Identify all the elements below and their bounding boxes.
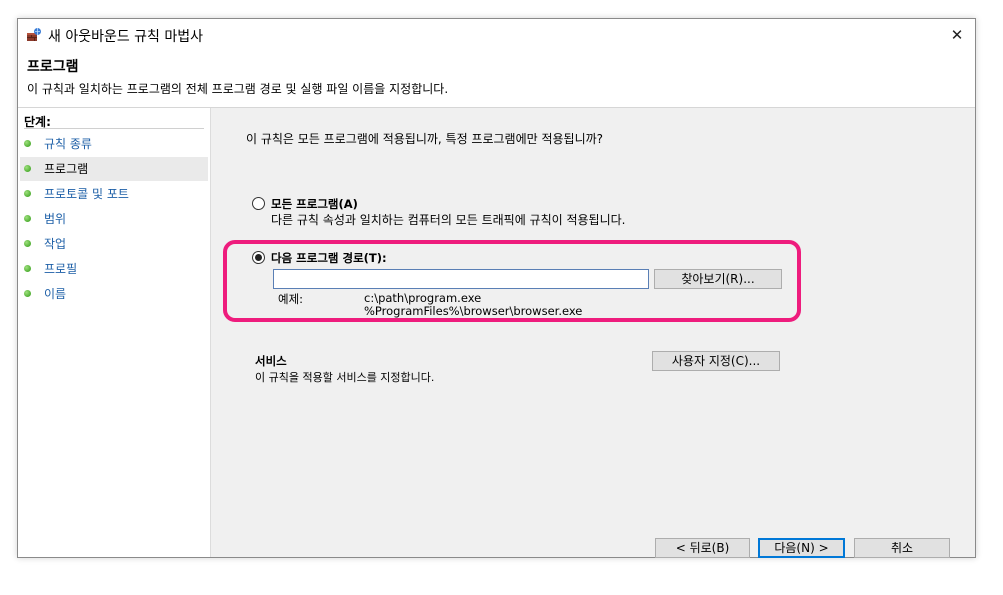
window-title: 새 아웃바운드 규칙 마법사 [48, 29, 204, 45]
step-label: 범위 [44, 212, 67, 226]
wizard-window: 새 아웃바운드 규칙 마법사 ✕ 프로그램 이 규칙과 일치하는 프로그램의 전… [17, 18, 976, 558]
step-action[interactable]: 작업 [20, 232, 208, 256]
title-bar: 새 아웃바운드 규칙 마법사 ✕ [18, 19, 975, 51]
all-programs-radio[interactable] [252, 197, 265, 210]
step-status-icon [24, 290, 31, 297]
all-programs-description: 다른 규칙 속성과 일치하는 컴퓨터의 모든 트래픽에 규칙이 적용됩니다. [271, 213, 626, 227]
firewall-icon [26, 27, 42, 43]
steps-divider [24, 128, 204, 129]
content-panel: 이 규칙은 모든 프로그램에 적용됩니까, 특정 프로그램에만 적용됩니까? 모… [211, 108, 975, 558]
customize-services-button[interactable]: 사용자 지정(C)... [652, 351, 780, 371]
step-label: 프로필 [44, 262, 78, 276]
step-label: 작업 [44, 237, 67, 251]
page-description: 이 규칙과 일치하는 프로그램의 전체 프로그램 경로 및 실행 파일 이름을 … [27, 82, 449, 96]
step-rule-type[interactable]: 규칙 종류 [20, 132, 208, 156]
close-icon: ✕ [950, 26, 964, 44]
all-programs-label[interactable]: 모든 프로그램(A) [271, 196, 358, 212]
step-status-icon [24, 265, 31, 272]
step-protocol-port[interactable]: 프로토콜 및 포트 [20, 182, 208, 206]
step-label: 프로토콜 및 포트 [44, 187, 129, 201]
step-label: 이름 [44, 287, 67, 301]
cancel-button[interactable]: 취소 [854, 538, 950, 558]
step-status-icon [24, 190, 31, 197]
step-program[interactable]: 프로그램 [20, 157, 208, 181]
step-label: 프로그램 [44, 162, 89, 176]
highlight-annotation [223, 240, 801, 322]
close-button[interactable]: ✕ [939, 19, 975, 51]
step-status-icon [24, 140, 31, 147]
services-title: 서비스 [255, 354, 287, 368]
scope-question: 이 규칙은 모든 프로그램에 적용됩니까, 특정 프로그램에만 적용됩니까? [246, 132, 604, 146]
step-profile[interactable]: 프로필 [20, 257, 208, 281]
step-status-icon [24, 240, 31, 247]
step-name[interactable]: 이름 [20, 282, 208, 306]
step-status-icon [24, 215, 31, 222]
services-description: 이 규칙을 적용할 서비스를 지정합니다. [255, 371, 435, 384]
step-scope[interactable]: 범위 [20, 207, 208, 231]
back-button[interactable]: < 뒤로(B) [655, 538, 750, 558]
page-title: 프로그램 [27, 59, 79, 75]
step-status-icon [24, 165, 31, 172]
steps-sidebar: 단계: 규칙 종류 프로그램 프로토콜 및 포트 범위 작업 프로필 이름 [18, 108, 211, 557]
step-label: 규칙 종류 [44, 137, 92, 151]
next-button[interactable]: 다음(N) > [758, 538, 845, 558]
